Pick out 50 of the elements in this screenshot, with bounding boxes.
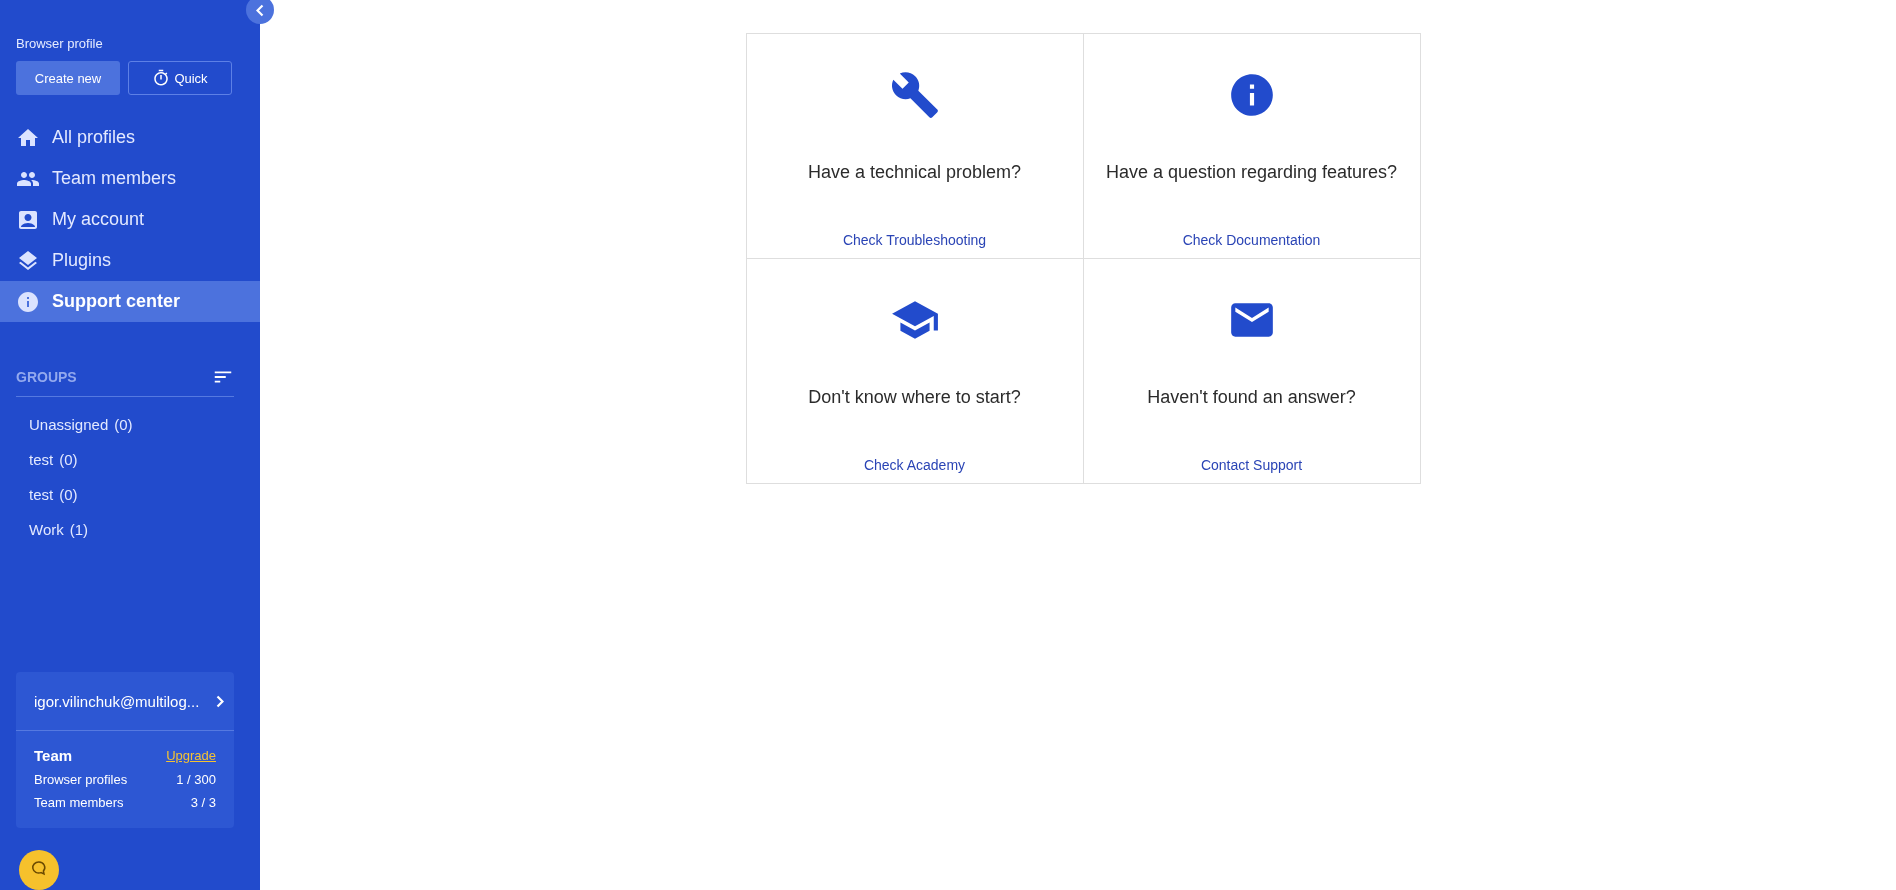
nav-item[interactable]: My account xyxy=(0,199,260,240)
card-link[interactable]: Check Troubleshooting xyxy=(842,232,987,248)
card-question: Haven't found an answer? xyxy=(1147,387,1356,408)
info-icon xyxy=(16,289,40,314)
section-label: Browser profile xyxy=(15,36,104,51)
nav-label: All profiles xyxy=(52,127,136,148)
account-email: igor.vilinchuk@multilog... xyxy=(34,692,200,710)
stat-value: 1 / 300 xyxy=(176,772,216,787)
group-item[interactable]: Work (1) xyxy=(0,512,260,547)
chevron-right-icon xyxy=(216,694,224,708)
collapse-button[interactable] xyxy=(246,0,274,24)
group-count: (0) xyxy=(59,486,78,503)
card-link[interactable]: Check Documentation xyxy=(1182,232,1321,248)
stat-label: Team members xyxy=(34,795,124,810)
stat-label: Browser profiles xyxy=(34,772,128,787)
wrench-icon xyxy=(889,70,940,120)
group-count: (1) xyxy=(69,521,89,538)
plan-name: Team xyxy=(34,747,73,764)
group-count: (0) xyxy=(59,451,78,468)
group-item[interactable]: Unassigned (0) xyxy=(0,407,260,442)
group-item[interactable]: test (0) xyxy=(0,477,260,512)
nav-item[interactable]: Support center xyxy=(0,281,260,322)
card-question: Have a question regarding features? xyxy=(1105,162,1398,183)
card-question: Have a technical problem? xyxy=(807,162,1022,183)
nav-label: Plugins xyxy=(52,250,112,271)
chat-bubble-icon xyxy=(31,860,47,876)
timer-icon xyxy=(152,69,171,87)
nav-label: Support center xyxy=(52,291,180,312)
group-count: (0) xyxy=(114,416,133,433)
group-name: Unassigned xyxy=(29,416,109,433)
card-link[interactable]: Check Academy xyxy=(863,457,966,473)
quick-button[interactable]: Quick xyxy=(128,61,232,95)
group-name: test xyxy=(29,451,54,468)
nav-item[interactable]: All profiles xyxy=(0,117,260,158)
card-link[interactable]: Contact Support xyxy=(1200,457,1303,473)
nav-item[interactable]: Team members xyxy=(0,158,260,199)
upgrade-link[interactable]: Upgrade xyxy=(166,748,216,763)
card-question: Don't know where to start? xyxy=(808,387,1021,408)
group-name: test xyxy=(29,486,54,503)
group-name: Work xyxy=(29,521,64,538)
nav-label: My account xyxy=(52,209,145,230)
chat-button[interactable] xyxy=(19,850,59,890)
chevron-left-icon xyxy=(256,3,264,17)
create-button[interactable]: Create new xyxy=(16,61,120,95)
account-row[interactable]: igor.vilinchuk@multilog... xyxy=(16,672,234,731)
stat-value: 3 / 3 xyxy=(190,795,216,810)
group-item[interactable]: test (0) xyxy=(0,442,260,477)
nav-item[interactable]: Plugins xyxy=(0,240,260,281)
groups-title: GROUPS xyxy=(16,369,77,385)
nav-label: Team members xyxy=(52,168,177,189)
